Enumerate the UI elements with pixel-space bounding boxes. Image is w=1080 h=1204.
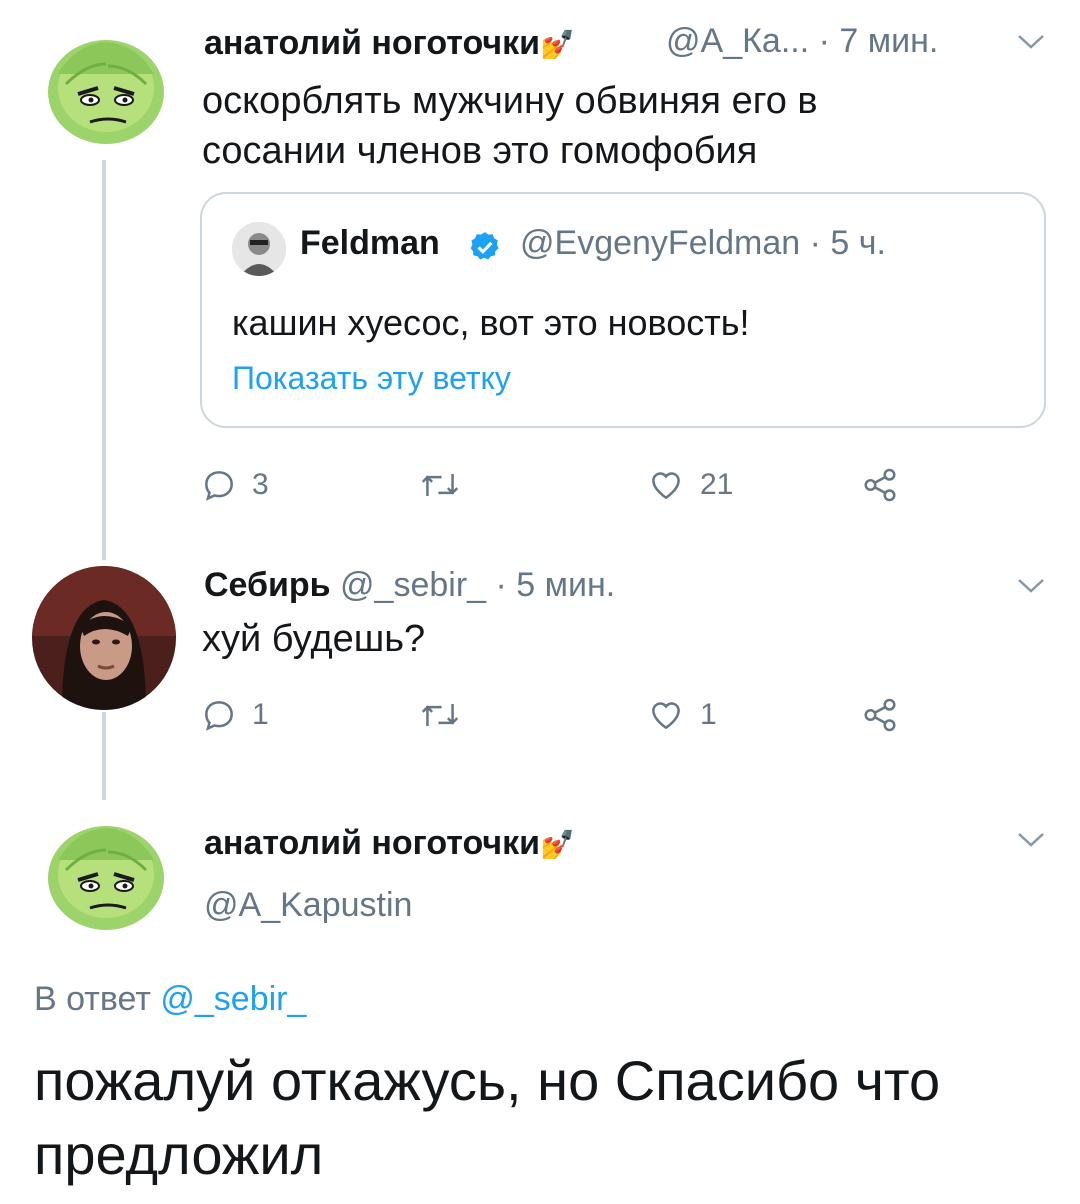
avatar-feldman[interactable]: [232, 222, 286, 276]
main-handle[interactable]: @A_Kapustin: [204, 886, 412, 925]
share-icon: [864, 468, 896, 502]
cabbage-avatar-image: [36, 800, 176, 940]
reply-icon: [205, 471, 233, 501]
reply-button[interactable]: 3: [200, 460, 269, 510]
reply-count: 3: [252, 468, 269, 501]
tweet-meta: @А_Ка... · 7 мин.: [666, 22, 938, 61]
show-thread-link[interactable]: Показать эту ветку: [232, 360, 511, 397]
thread-line-1: [102, 160, 106, 560]
avatar-sebir[interactable]: [32, 566, 176, 710]
like-button[interactable]: 1: [646, 690, 717, 740]
quoted-author-name[interactable]: Feldman: [300, 224, 440, 263]
retweet-icon: [421, 704, 459, 726]
like-count: 1: [700, 698, 717, 731]
tweet-handle[interactable]: @А_Ка...: [666, 22, 809, 60]
tweet-author-name[interactable]: Себирь: [204, 566, 331, 604]
reply-prefix: В ответ: [34, 980, 151, 1018]
share-button[interactable]: [860, 460, 900, 510]
tweet-actions: 1 1: [200, 690, 920, 740]
sebir-avatar-image: [32, 566, 176, 710]
retweet-icon: [421, 474, 459, 496]
verified-badge-icon: [470, 232, 499, 260]
tweet-author-name[interactable]: анатолий ноготочки💅: [204, 24, 575, 63]
tweet-text: хуй будешь?: [202, 618, 426, 660]
share-button[interactable]: [860, 690, 900, 740]
feldman-avatar-image: [232, 222, 286, 276]
reply-count: 1: [252, 698, 269, 731]
cabbage-avatar-image: [36, 14, 176, 154]
share-icon: [864, 698, 896, 732]
tweet-time[interactable]: · 5 мин.: [496, 566, 616, 604]
tweet-time[interactable]: · 7 мин.: [819, 22, 939, 60]
quoted-tweet[interactable]: Feldman @EvgenyFeldman · 5 ч. кашин хуес…: [200, 192, 1046, 428]
quoted-text: кашин хуесос, вот это новость!: [232, 302, 750, 343]
chevron-down-icon[interactable]: [1016, 830, 1046, 850]
main-tweet-text: пожалуй откажусь, но Спасибо что предлож…: [34, 1049, 941, 1186]
like-count: 21: [700, 468, 734, 501]
like-icon: [652, 472, 680, 500]
tweet-header: Себирь @_sebir_ · 5 мин.: [204, 566, 615, 605]
reply-to-link[interactable]: @_sebir_: [160, 980, 306, 1018]
retweet-button[interactable]: [418, 690, 462, 740]
like-icon: [652, 702, 680, 730]
reply-context: В ответ @_sebir_: [34, 980, 306, 1019]
quoted-meta: @EvgenyFeldman · 5 ч.: [520, 224, 886, 263]
chevron-down-icon[interactable]: [1016, 576, 1046, 596]
tweet-handle[interactable]: @_sebir_: [340, 566, 486, 604]
reply-button[interactable]: 1: [200, 690, 269, 740]
thread-line-2: [102, 712, 106, 802]
retweet-button[interactable]: [418, 460, 462, 510]
tweet-actions: 3 21: [200, 460, 920, 510]
tweet-text: оскорблять мужчину обвиняя его в сосании…: [202, 80, 818, 172]
avatar-cabbage[interactable]: [36, 14, 176, 154]
nail-polish-emoji: 💅: [540, 829, 575, 860]
nail-polish-emoji: 💅: [540, 29, 575, 60]
quoted-time[interactable]: · 5 ч.: [810, 224, 886, 262]
quoted-handle[interactable]: @EvgenyFeldman: [520, 224, 800, 262]
main-author-name[interactable]: анатолий ноготочки💅: [204, 824, 575, 863]
avatar-cabbage-main[interactable]: [36, 800, 176, 940]
like-button[interactable]: 21: [646, 460, 733, 510]
chevron-down-icon[interactable]: [1016, 32, 1046, 52]
reply-icon: [205, 701, 233, 731]
